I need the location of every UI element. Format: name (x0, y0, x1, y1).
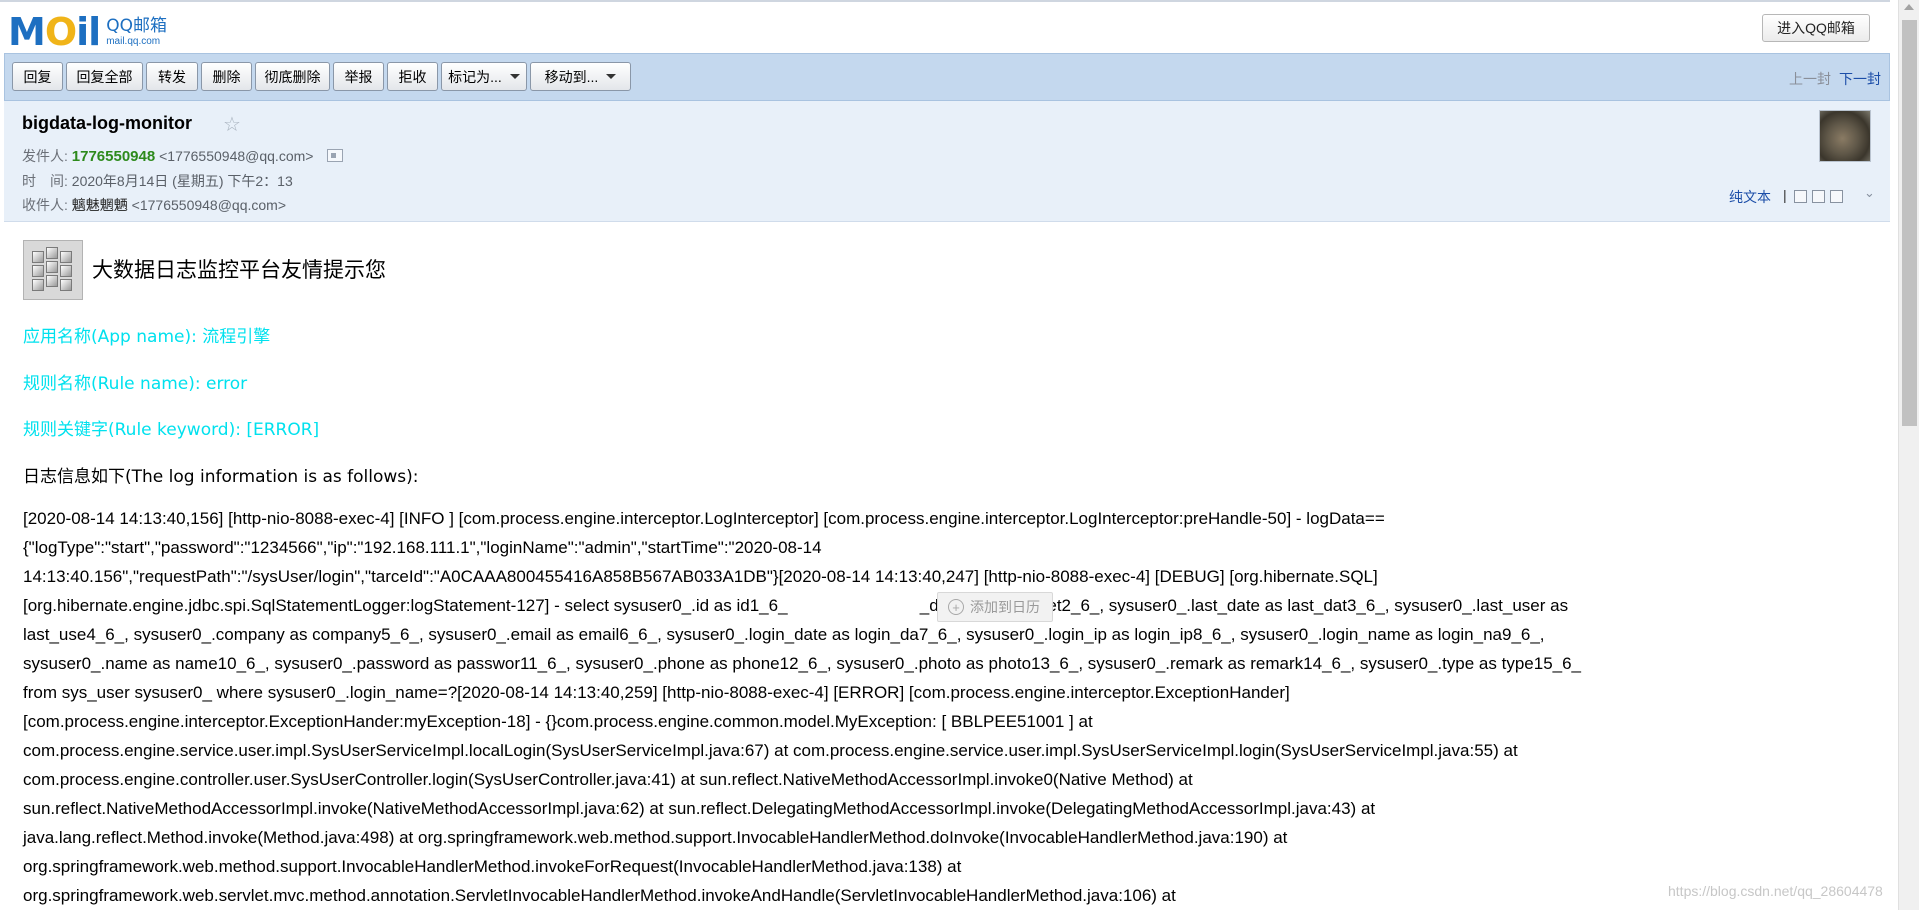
scroll-up-arrow-icon[interactable] (1904, 4, 1914, 10)
log-line: org.springframework.web.method.support.I… (23, 857, 962, 876)
recipient-label: 收件人: (22, 197, 68, 213)
watermark: https://blog.csdn.net/qq_28604478 (1668, 883, 1883, 899)
sender-label: 发件人: (22, 148, 68, 164)
print-icon[interactable] (1830, 190, 1843, 203)
time-row: 时 间: 2020年8月14日 (星期五) 下午2：13 (22, 171, 293, 191)
chevron-down-icon[interactable]: ⌄ (1864, 185, 1875, 201)
scrollbar-thumb[interactable] (1902, 20, 1917, 426)
sender-name[interactable]: 1776550948 (72, 148, 155, 165)
new-window-icon[interactable] (1794, 190, 1807, 203)
log-text: [2020-08-14 14:13:40,156] [http-nio-8088… (23, 504, 1885, 910)
mail-subject: bigdata-log-monitor (22, 113, 192, 133)
delete-permanently-button[interactable]: 彻底删除 (255, 62, 330, 91)
time-value: 2020年8月14日 (星期五) 下午2：13 (71, 173, 293, 189)
sender-row: 发件人: 1776550948 <1776550948@qq.com> (22, 146, 344, 166)
time-label: 时 间: (22, 173, 68, 189)
log-line: [com.process.engine.interceptor.Exceptio… (23, 712, 1093, 731)
star-icon[interactable]: ☆ (223, 112, 241, 137)
enter-qq-mail-button[interactable]: 进入QQ邮箱 (1762, 14, 1870, 42)
log-line: [2020-08-14 14:13:40,156] [http-nio-8088… (23, 509, 1385, 528)
rule-keyword-line: 规则关键字(Rule keyword): [ERROR] (23, 420, 320, 440)
plain-text-link[interactable]: 纯文本 (1729, 187, 1771, 207)
mail-body: 大数据日志监控平台友情提示您 应用名称(App name): 流程引擎 规则名称… (4, 222, 1890, 910)
sender-avatar[interactable] (1819, 110, 1871, 162)
app-name-line: 应用名称(App name): 流程引擎 (23, 327, 271, 347)
log-line: last_use4_6_, sysuser0_.company as compa… (23, 625, 1545, 644)
log-line: java.lang.reflect.Method.invoke(Method.j… (23, 828, 1288, 847)
add-to-calendar-label: 添加到日历 (970, 599, 1040, 615)
qq-mail-logo[interactable]: MOil QQ邮箱 mail.qq.com (8, 12, 167, 52)
log-line: sun.reflect.NativeMethodAccessorImpl.inv… (23, 799, 1376, 818)
mail-toolbar: 回复 回复全部 转发 删除 彻底删除 举报 拒收 标记为... 移动到... 上… (4, 53, 1890, 101)
log-line: {"logType":"start","password":"1234566",… (23, 538, 822, 557)
recipient-row: 收件人: 魑魅魍魉 <1776550948@qq.com> (22, 195, 286, 215)
move-to-label: 移动到... (544, 68, 599, 85)
reply-all-button[interactable]: 回复全部 (66, 62, 143, 91)
log-line: 14:13:40.156","requestPath":"/sysUser/lo… (23, 567, 1378, 586)
delete-button[interactable]: 删除 (201, 62, 252, 91)
save-icon[interactable] (1812, 190, 1825, 203)
recipient-address: <1776550948@qq.com> (131, 197, 287, 213)
mark-as-label: 标记为... (448, 68, 502, 85)
add-to-calendar-button[interactable]: + 添加到日历 (937, 592, 1053, 622)
recipient-name[interactable]: 魑魅魍魉 (72, 197, 128, 213)
reject-button[interactable]: 拒收 (387, 62, 438, 91)
forward-button[interactable]: 转发 (146, 62, 198, 91)
move-to-dropdown[interactable]: 移动到... (530, 62, 631, 91)
caret-down-icon (509, 74, 520, 79)
logo-cn: QQ邮箱 (106, 15, 167, 36)
contact-card-icon[interactable] (327, 149, 344, 162)
mark-as-dropdown[interactable]: 标记为... (441, 62, 527, 91)
logo-text: QQ邮箱 mail.qq.com (106, 15, 167, 48)
vertical-scrollbar[interactable] (1898, 0, 1919, 910)
previous-mail-link[interactable]: 上一封 (1789, 69, 1831, 89)
rule-name-line: 规则名称(Rule name): error (23, 374, 248, 394)
next-mail-link[interactable]: 下一封 (1839, 69, 1881, 89)
reply-button[interactable]: 回复 (12, 62, 63, 91)
plus-circle-icon: + (948, 599, 964, 615)
log-line: sysuser0_.name as name10_6_, sysuser0_.p… (23, 654, 1582, 673)
cube-logo-icon (23, 240, 83, 300)
log-intro: 日志信息如下(The log information is as follows… (23, 467, 419, 487)
log-line: org.springframework.web.servlet.mvc.meth… (23, 886, 1176, 905)
top-bar: MOil QQ邮箱 mail.qq.com 进入QQ邮箱 (0, 0, 1890, 52)
caret-down-icon (606, 74, 617, 79)
separator: | (1783, 187, 1787, 203)
log-line: from sys_user sysuser0_ where sysuser0_.… (23, 683, 1290, 702)
logo-mail-wordmark: MOil (8, 10, 101, 54)
logo-url: mail.qq.com (106, 35, 161, 47)
report-button[interactable]: 举报 (333, 62, 384, 91)
log-line: com.process.engine.service.user.impl.Sys… (23, 741, 1518, 760)
notice-title: 大数据日志监控平台友情提示您 (92, 258, 386, 282)
mail-header: bigdata-log-monitor ☆ 发件人: 1776550948 <1… (4, 101, 1890, 222)
sender-address: <1776550948@qq.com> (159, 148, 314, 164)
log-line: com.process.engine.controller.user.SysUs… (23, 770, 1193, 789)
